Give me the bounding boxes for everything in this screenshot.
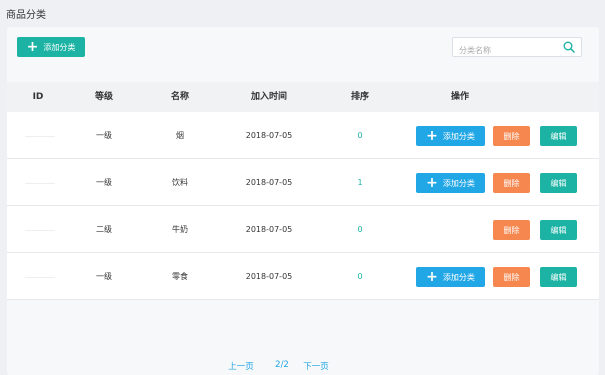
add-category-label: 添加分类 [43, 42, 76, 52]
category-panel: + 添加分类 ID 等级 名称 加入时间 排序 操作 一级 烟 2018-07-… [7, 27, 599, 375]
header-date: 加入时间 [250, 92, 288, 102]
row-sort: 0 [357, 272, 363, 281]
header-id: ID [32, 92, 44, 102]
row-name: 烟 [176, 131, 184, 140]
header-level: 等级 [94, 92, 114, 102]
delete-button[interactable]: 删除 [493, 173, 530, 193]
page-indicator: 2/2 [275, 360, 289, 370]
table-row: 一级 零食 2018-07-05 0 + 添加分类 删除 编辑 [7, 253, 599, 300]
add-subcategory-button[interactable]: + 添加分类 [416, 173, 485, 193]
add-subcategory-label: 添加分类 [442, 131, 475, 141]
edit-button[interactable]: 编辑 [540, 173, 577, 193]
search-input[interactable] [453, 41, 553, 60]
add-subcategory-label: 添加分类 [442, 272, 475, 282]
row-id [25, 136, 55, 137]
row-sort: 1 [357, 178, 363, 187]
row-id [25, 277, 55, 278]
row-level: 一级 [96, 178, 112, 187]
edit-button[interactable]: 编辑 [540, 126, 577, 146]
add-subcategory-label: 添加分类 [442, 178, 475, 188]
plus-icon: + [426, 175, 438, 191]
row-level: 一级 [96, 272, 112, 281]
page-title: 商品分类 [6, 10, 46, 21]
header-name: 名称 [170, 92, 190, 102]
row-sort: 0 [357, 225, 363, 234]
delete-button[interactable]: 删除 [493, 220, 530, 240]
header-sort: 排序 [350, 92, 370, 102]
table-header: ID 等级 名称 加入时间 排序 操作 [7, 82, 599, 112]
plus-icon: + [26, 39, 39, 55]
row-id [25, 230, 55, 231]
next-page-link[interactable]: 下一页 [303, 360, 329, 372]
row-sort: 0 [357, 131, 363, 140]
row-date: 2018-07-05 [245, 272, 293, 281]
header-actions: 操作 [450, 92, 470, 102]
delete-button[interactable]: 删除 [493, 267, 530, 287]
delete-button[interactable]: 删除 [493, 126, 530, 146]
row-date: 2018-07-05 [245, 225, 293, 234]
row-name: 饮料 [172, 178, 188, 187]
row-level: 一级 [96, 131, 112, 140]
edit-button[interactable]: 编辑 [540, 220, 577, 240]
plus-icon: + [426, 269, 438, 285]
search-icon[interactable] [563, 41, 575, 53]
row-date: 2018-07-05 [245, 178, 293, 187]
row-date: 2018-07-05 [245, 131, 293, 140]
table-row: 一级 烟 2018-07-05 0 + 添加分类 删除 编辑 [7, 112, 599, 159]
edit-button[interactable]: 编辑 [540, 267, 577, 287]
add-category-button[interactable]: + 添加分类 [17, 37, 85, 57]
table-row: 一级 饮料 2018-07-05 1 + 添加分类 删除 编辑 [7, 159, 599, 206]
add-subcategory-button[interactable]: + 添加分类 [416, 267, 485, 287]
search-box [452, 37, 582, 60]
plus-icon: + [426, 128, 438, 144]
row-name: 零食 [172, 272, 188, 281]
row-name: 牛奶 [172, 225, 188, 234]
prev-page-link[interactable]: 上一页 [228, 360, 254, 372]
pagination: 上一页 2/2 下一页 [0, 360, 605, 372]
row-id [25, 183, 55, 184]
add-subcategory-button[interactable]: + 添加分类 [416, 126, 485, 146]
table-row: 二级 牛奶 2018-07-05 0 删除 编辑 [7, 206, 599, 253]
row-level: 二级 [96, 225, 112, 234]
